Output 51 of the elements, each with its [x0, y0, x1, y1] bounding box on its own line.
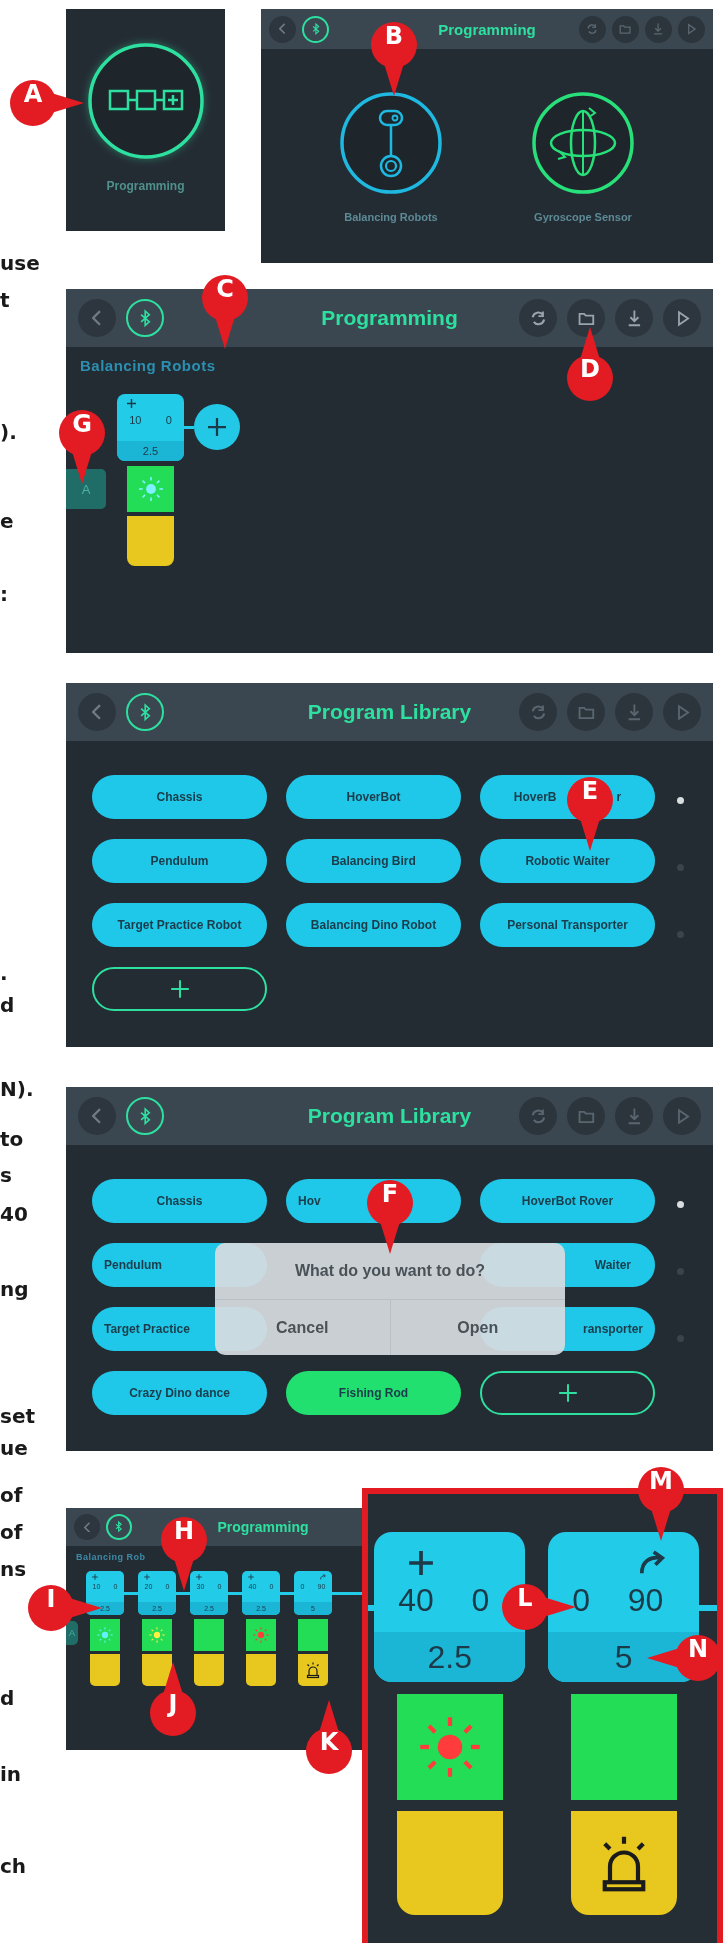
- body-text-fragment: of: [0, 1482, 23, 1508]
- option-label: Gyroscope Sensor: [534, 211, 632, 223]
- program-button[interactable]: Chassis: [92, 1179, 267, 1223]
- body-text-fragment: e: [0, 508, 14, 534]
- screen-title: Program Library: [307, 700, 472, 724]
- program-button[interactable]: Crazy Dino dance: [92, 1371, 267, 1415]
- block-value: 90: [627, 1582, 664, 1620]
- block-duration: 2.5: [117, 441, 184, 461]
- program-button[interactable]: Chassis: [92, 775, 267, 819]
- body-text-fragment: d: [0, 992, 15, 1018]
- block-duration: 2.5: [374, 1632, 526, 1682]
- body-text-fragment: N).: [0, 1076, 34, 1102]
- body-text-fragment: set: [0, 1403, 36, 1429]
- body-text-fragment: use: [0, 250, 40, 276]
- screen-title: Programming: [217, 1519, 309, 1535]
- body-text-fragment: of: [0, 1519, 23, 1545]
- program-button[interactable]: Robotic Waiter: [480, 839, 655, 883]
- program-button[interactable]: Target Practice Robot: [92, 903, 267, 947]
- program-name: Balancing Robots: [80, 357, 216, 374]
- body-text-fragment: in: [0, 1761, 22, 1787]
- body-text-fragment: to: [0, 1126, 24, 1152]
- body-text-fragment: ng: [0, 1276, 29, 1302]
- body-text-fragment: ch: [0, 1853, 27, 1879]
- command-block[interactable]: 10 0 2.5: [117, 394, 184, 461]
- screen-title: Programming: [438, 20, 536, 38]
- body-text-fragment: s: [0, 1162, 12, 1188]
- screen-title: Programming: [321, 306, 458, 330]
- block-value: 40: [398, 1582, 434, 1620]
- program-button[interactable]: HoverBot Rover: [480, 1179, 655, 1223]
- body-text-fragment: t: [0, 287, 10, 313]
- body-text-fragment: d: [0, 1685, 15, 1711]
- block-value: 0: [165, 414, 172, 426]
- body-text-fragment: 40: [0, 1201, 28, 1227]
- body-text-fragment: .: [0, 960, 8, 986]
- program-button[interactable]: Balancing Bird: [286, 839, 461, 883]
- program-name: Balancing Rob: [76, 1552, 146, 1562]
- body-text-fragment: ue: [0, 1435, 28, 1461]
- block-value: 10: [129, 414, 142, 426]
- body-text-fragment: ns: [0, 1556, 27, 1582]
- dialog-button[interactable]: Open: [389, 1300, 565, 1355]
- tile-label: Programming: [106, 179, 185, 193]
- screen-title: Program Library: [307, 1104, 472, 1128]
- program-button[interactable]: Balancing Dino Robot: [286, 903, 461, 947]
- program-button[interactable]: Personal Transporter: [480, 903, 655, 947]
- body-text-fragment: ).: [0, 419, 17, 445]
- block-value: 0: [471, 1582, 490, 1620]
- program-button[interactable]: Pendulum: [92, 839, 267, 883]
- program-button[interactable]: HoverBot: [286, 775, 461, 819]
- option-label: Balancing Robots: [344, 211, 438, 223]
- body-text-fragment: :: [0, 581, 8, 607]
- program-button[interactable]: Fishing Rod: [286, 1371, 461, 1415]
